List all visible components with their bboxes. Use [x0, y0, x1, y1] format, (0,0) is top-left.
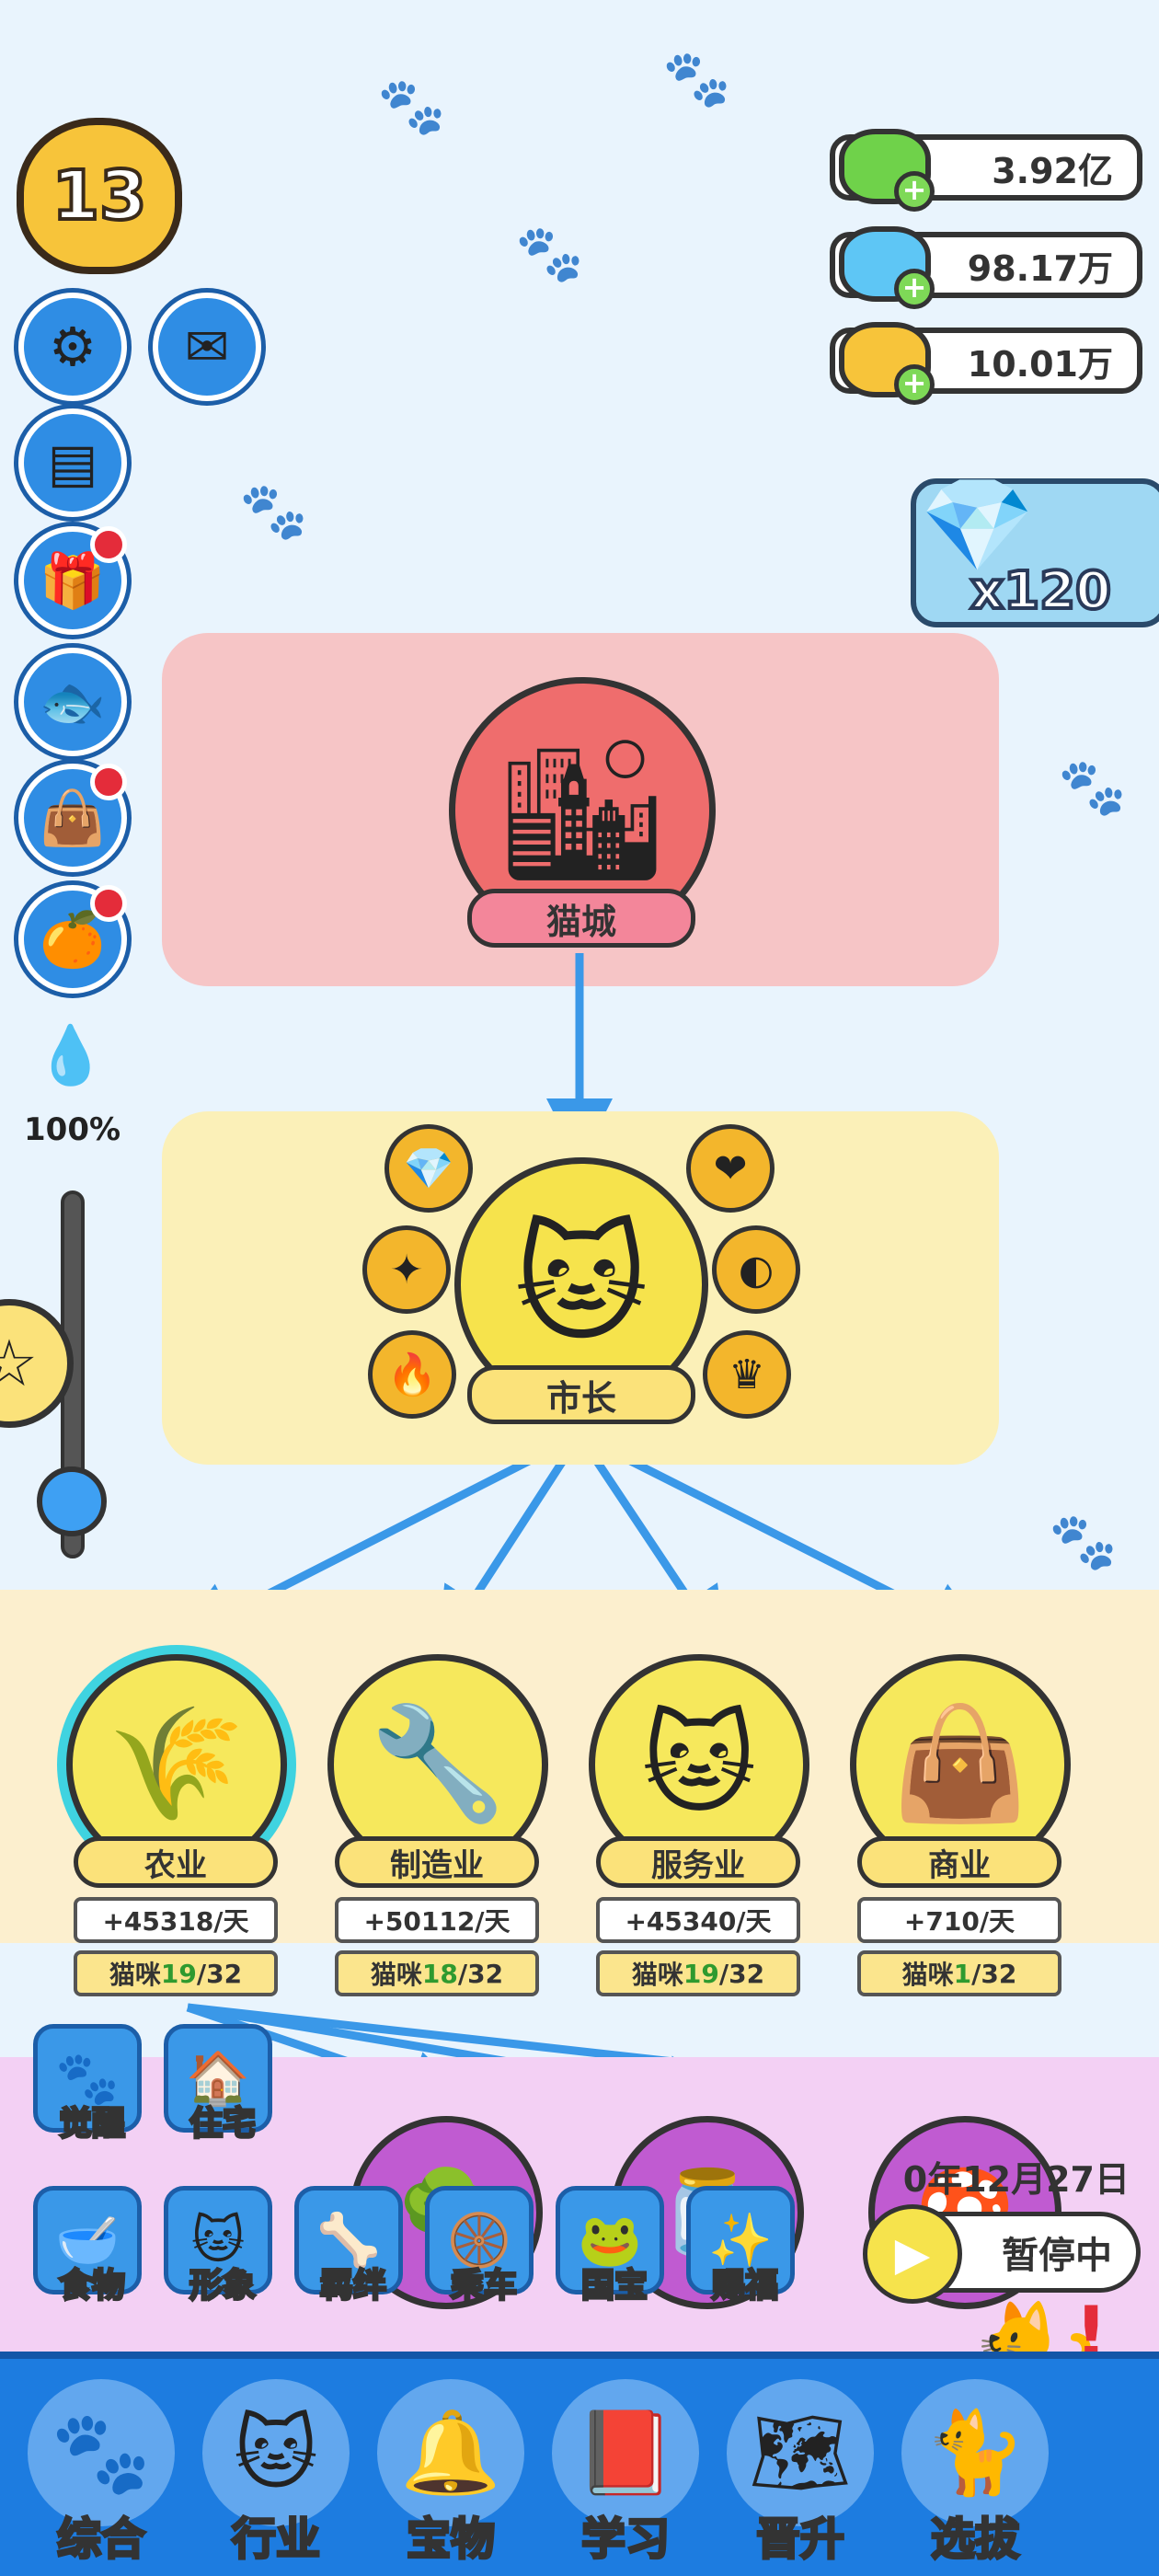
tab-glyph-icon: 🐾	[51, 2405, 152, 2500]
industry-glyph-icon: 🐱	[641, 1700, 757, 1829]
industry-cat-count: 猫咪 1/32	[857, 1950, 1061, 1996]
industry-label: 商业	[857, 1836, 1061, 1888]
medal-icon[interactable]: 💎	[384, 1124, 473, 1213]
medal-icon[interactable]: ❤	[686, 1124, 775, 1213]
menu-item-label: 羁绊	[318, 2266, 387, 2306]
industry-cat-count: 猫咪 19/32	[596, 1950, 800, 1996]
menu-button[interactable]: 🛞 乘车	[425, 2186, 534, 2306]
industry-glyph-icon: 👜	[891, 1700, 1029, 1828]
menu-item-label: 形象	[188, 2266, 257, 2306]
play-icon[interactable]: ▶	[863, 2204, 962, 2304]
cat-count-prefix: 猫咪	[109, 1960, 161, 1990]
cat-count-used: 18	[421, 1958, 458, 1989]
industry-cat-count: 猫咪 19/32	[74, 1950, 278, 1996]
industry-cat-count: 猫咪 18/32	[335, 1950, 539, 1996]
menu-button[interactable]: 🥣 食物	[33, 2186, 142, 2306]
tab-button[interactable]: 🔔 宝物	[368, 2364, 534, 2567]
tab-glyph-icon: 📕	[575, 2405, 676, 2500]
tab-button[interactable]: 📕 学习	[543, 2364, 708, 2567]
menu-item-label: 食物	[57, 2266, 126, 2306]
cat-count-total: /32	[718, 1958, 765, 1989]
tab-label: 选拔	[929, 2513, 1020, 2567]
menu-item-label: 国宝	[580, 2266, 648, 2306]
cat-count-used: 19	[683, 1958, 719, 1989]
tab-label: 宝物	[405, 2513, 496, 2567]
pause-button-label: 暂停中	[1002, 2235, 1112, 2277]
industry-output: +50112/天	[335, 1897, 539, 1943]
industry-glyph-icon: 🌾	[108, 1700, 246, 1828]
cat-count-prefix: 猫咪	[901, 1960, 954, 1990]
cat-count-prefix: 猫咪	[631, 1960, 683, 1990]
industry-glyph-icon: 🔧	[369, 1700, 507, 1828]
industry-label: 服务业	[596, 1836, 800, 1888]
cat-count-used: 1	[953, 1958, 972, 1989]
industry-output: +45340/天	[596, 1897, 800, 1943]
industry-output: +710/天	[857, 1897, 1061, 1943]
tab-label: 综合	[55, 2513, 146, 2567]
mayor-label: 市长	[467, 1365, 695, 1424]
game-date: 0年12月27日	[902, 2159, 1130, 2200]
medal-icon[interactable]: ♛	[703, 1330, 791, 1419]
cat-count-total: /32	[971, 1958, 1017, 1989]
tab-button[interactable]: 🐾 综合	[18, 2364, 184, 2567]
cat-count-prefix: 猫咪	[370, 1960, 422, 1990]
tab-glyph-icon: 🐱	[234, 2405, 318, 2501]
menu-item-label: 赐福	[710, 2266, 779, 2306]
menu-button[interactable]: ✨ 赐福	[686, 2186, 795, 2306]
tab-label: 学习	[580, 2513, 671, 2567]
cat-count-used: 19	[160, 1958, 197, 1989]
tab-label: 晋升	[754, 2513, 845, 2567]
menu-button[interactable]: 🐸 国宝	[556, 2186, 664, 2306]
menu-button[interactable]: 🐾 觉醒	[33, 2024, 142, 2145]
tab-button[interactable]: 🐈 选拔	[892, 2364, 1058, 2567]
menu-item-label: 乘车	[449, 2266, 518, 2306]
menu-button[interactable]: 🏠 住宅	[164, 2024, 272, 2145]
menu-item-label: 住宅	[188, 2104, 257, 2145]
cat-count-total: /32	[457, 1958, 504, 1989]
medal-icon[interactable]: ◐	[712, 1225, 800, 1314]
menu-button[interactable]: 🦴 羁绊	[294, 2186, 403, 2306]
tab-button[interactable]: 🗺 晋升	[717, 2364, 883, 2567]
tab-button[interactable]: 🐱 行业	[193, 2364, 359, 2567]
industry-label: 农业	[74, 1836, 278, 1888]
tab-label: 行业	[230, 2513, 321, 2567]
cat-count-total: /32	[196, 1958, 243, 1989]
medal-icon[interactable]: ✦	[362, 1225, 451, 1314]
medal-icon[interactable]: 🔥	[368, 1330, 456, 1419]
tab-glyph-icon: 🐈	[924, 2405, 1026, 2500]
tab-glyph-icon: 🗺	[749, 2405, 852, 2500]
tab-glyph-icon: 🔔	[400, 2405, 501, 2500]
menu-button[interactable]: 🐱 形象	[164, 2186, 272, 2306]
industry-output: +45318/天	[74, 1897, 278, 1943]
menu-item-label: 觉醒	[57, 2104, 126, 2145]
industry-label: 制造业	[335, 1836, 539, 1888]
